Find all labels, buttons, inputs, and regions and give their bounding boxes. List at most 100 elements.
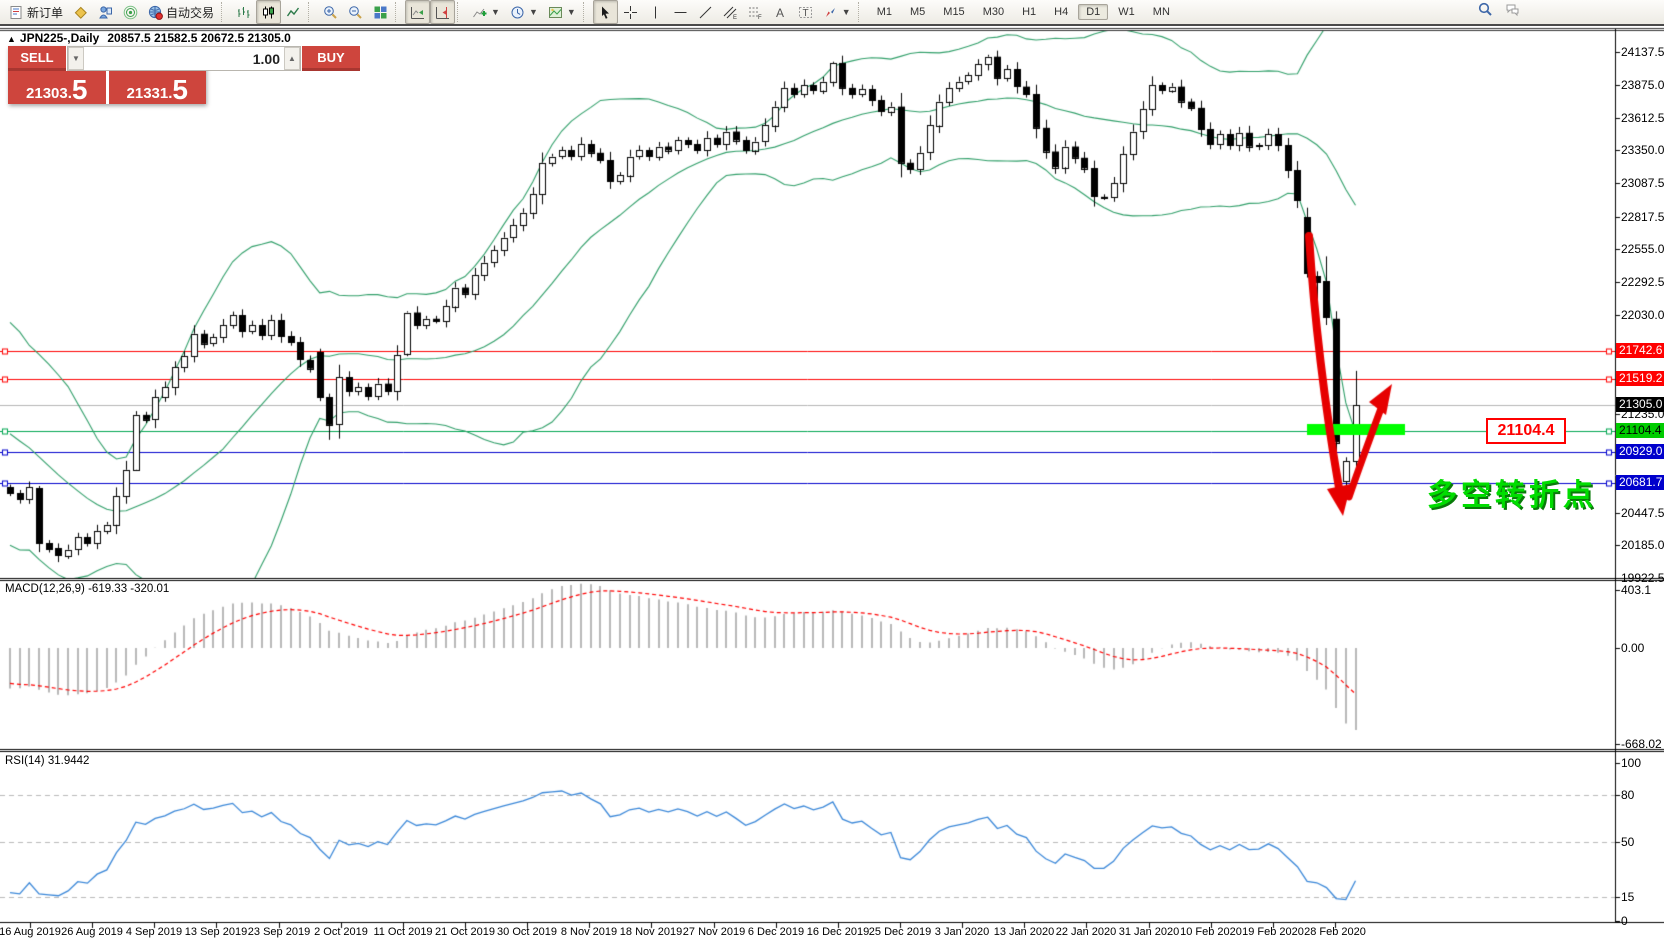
bar-chart-icon — [236, 5, 251, 20]
date-axis-label: 16 Dec 2019 — [807, 926, 869, 938]
market-watch-button[interactable] — [93, 0, 118, 24]
date-axis-label: 26 Aug 2019 — [61, 926, 123, 938]
search-icon[interactable] — [1478, 2, 1493, 17]
new-order-button[interactable]: 新订单 — [4, 0, 68, 24]
auto-scroll-icon — [410, 5, 425, 20]
volume-input[interactable] — [84, 47, 284, 70]
arrows-icon — [823, 5, 838, 20]
horizontal-line-icon — [673, 5, 688, 20]
timeframe-mn[interactable]: MN — [1145, 4, 1178, 20]
date-axis-label: 21 Oct 2019 — [435, 926, 495, 938]
date-axis-label: 13 Jan 2020 — [994, 926, 1055, 938]
price-tag: 21104.4 — [1616, 423, 1664, 438]
rsi-axis-label: 15 — [1621, 890, 1634, 904]
date-axis-label: 18 Nov 2019 — [620, 926, 682, 938]
timeframe-w1[interactable]: W1 — [1110, 4, 1143, 20]
timeframe-m1[interactable]: M1 — [869, 4, 900, 20]
text-label-button[interactable]: T — [793, 0, 818, 24]
horizontal-line-button[interactable] — [668, 0, 693, 24]
chart-title-ohlc: 20857.5 21582.5 20672.5 21305.0 — [107, 31, 291, 45]
date-axis-label: 25 Dec 2019 — [869, 926, 931, 938]
toolbar-separator — [221, 2, 227, 22]
timeframe-h1[interactable]: H1 — [1014, 4, 1044, 20]
line-chart-button[interactable] — [281, 0, 306, 24]
date-axis-label: 28 Feb 2020 — [1304, 926, 1366, 938]
buy-button[interactable]: BUY — [302, 46, 360, 71]
price-axis-label: 20447.5 — [1621, 506, 1664, 520]
sell-button[interactable]: SELL — [8, 46, 66, 71]
autotrading-button[interactable]: 自动交易 — [143, 0, 219, 24]
rsi-label: RSI(14) 31.9442 — [5, 755, 89, 767]
volume-control: ▼ ▲ — [67, 46, 301, 71]
fibonacci-button[interactable]: F — [743, 0, 768, 24]
line-chart-icon — [286, 5, 301, 20]
arrows-dropdown-icon[interactable]: ▼ — [842, 7, 851, 17]
arrows-button[interactable]: ▼ — [818, 0, 856, 24]
sell-price-main: 21303 — [26, 85, 68, 102]
text-icon: A — [773, 5, 788, 20]
new-order-icon — [9, 5, 24, 20]
svg-text:T: T — [802, 8, 808, 19]
indicators-dropdown-icon[interactable]: ▼ — [491, 7, 500, 17]
auto-scroll-button[interactable] — [405, 0, 430, 24]
templates-button[interactable]: ▼ — [543, 0, 581, 24]
fibonacci-icon: F — [748, 5, 763, 20]
timeframe-m30[interactable]: M30 — [975, 4, 1012, 20]
periods-icon — [510, 5, 525, 20]
chart-shift-button[interactable] — [430, 0, 455, 24]
rsi-axis-label: 0 — [1621, 914, 1628, 928]
volume-decrease-button[interactable]: ▼ — [68, 47, 84, 70]
profiles-icon — [73, 5, 88, 20]
tile-windows-button[interactable] — [368, 0, 393, 24]
zoom-out-icon — [348, 5, 363, 20]
candlestick-chart-button[interactable] — [256, 0, 281, 24]
date-axis-label: 31 Jan 2020 — [1119, 926, 1180, 938]
date-axis-label: 3 Jan 2020 — [935, 926, 989, 938]
channel-button[interactable]: E — [718, 0, 743, 24]
date-axis-label: 10 Feb 2020 — [1180, 926, 1242, 938]
timeframe-m5[interactable]: M5 — [902, 4, 933, 20]
toolbar-separator — [583, 2, 589, 22]
sell-price[interactable]: 21303.5 — [8, 71, 106, 104]
turning-point-annotation: 多空转折点 — [1427, 481, 1597, 511]
date-axis-label: 23 Sep 2019 — [248, 926, 310, 938]
collapse-arrow-icon[interactable]: ▲ — [7, 34, 16, 44]
trendline-icon — [698, 5, 713, 20]
cursor-button[interactable] — [593, 0, 618, 24]
templates-dropdown-icon[interactable]: ▼ — [567, 7, 576, 17]
indicators-button[interactable]: ▼ — [467, 0, 505, 24]
timeframe-m15[interactable]: M15 — [935, 4, 972, 20]
chart-canvas[interactable] — [0, 0, 1664, 944]
buy-price[interactable]: 21331.5 — [109, 71, 207, 104]
vertical-line-button[interactable] — [643, 0, 668, 24]
zoom-out-button[interactable] — [343, 0, 368, 24]
crosshair-button[interactable] — [618, 0, 643, 24]
timeframe-d1[interactable]: D1 — [1078, 4, 1108, 20]
date-axis-label: 8 Nov 2019 — [561, 926, 617, 938]
signals-button[interactable] — [118, 0, 143, 24]
trendline-button[interactable] — [693, 0, 718, 24]
sell-price-frac: 5 — [72, 78, 88, 102]
rsi-axis-label: 80 — [1621, 788, 1634, 802]
timeframe-h4[interactable]: H4 — [1046, 4, 1076, 20]
chart-title: ▲JPN225-,Daily20857.5 21582.5 20672.5 21… — [7, 31, 291, 45]
price-axis-label: 22030.0 — [1621, 308, 1664, 322]
one-click-trade-panel: SELL ▼ ▲ BUY 21303.5 21331.5 — [8, 46, 206, 104]
volume-increase-button[interactable]: ▲ — [284, 47, 300, 70]
price-axis-label: 23875.0 — [1621, 78, 1664, 92]
zoom-in-button[interactable] — [318, 0, 343, 24]
text-label-icon: T — [798, 5, 813, 20]
bar-chart-button[interactable] — [231, 0, 256, 24]
chat-icon[interactable] — [1505, 2, 1520, 17]
profiles-button[interactable] — [68, 0, 93, 24]
date-axis-label: 6 Dec 2019 — [748, 926, 804, 938]
rsi-axis-label: 50 — [1621, 835, 1634, 849]
text-button[interactable]: A — [768, 0, 793, 24]
crosshair-icon — [623, 5, 638, 20]
date-axis-label: 16 Aug 2019 — [0, 926, 61, 938]
periods-dropdown-icon[interactable]: ▼ — [529, 7, 538, 17]
svg-text:E: E — [733, 15, 737, 20]
periods-button[interactable]: ▼ — [505, 0, 543, 24]
toolbar-separator — [395, 2, 401, 22]
mt4-window: 新订单 自动交易 — [0, 0, 1664, 944]
